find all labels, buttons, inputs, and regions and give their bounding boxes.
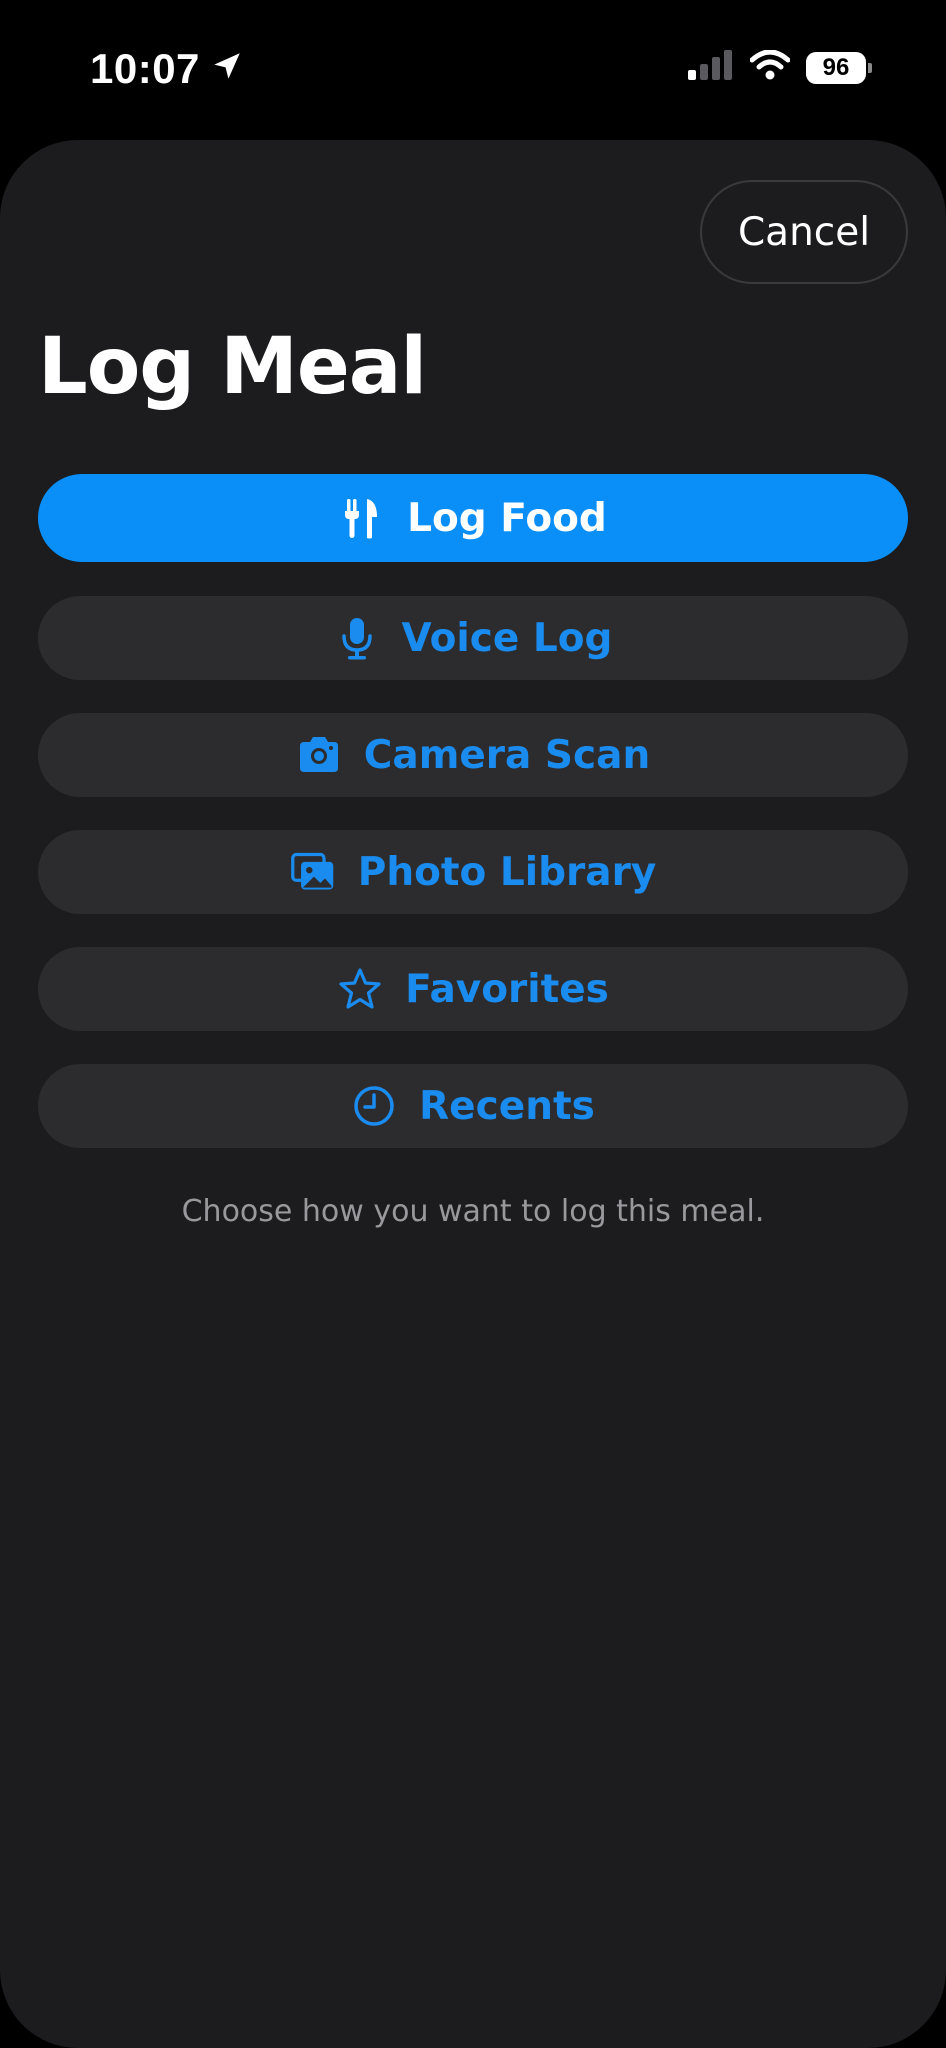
photo-library-icon: [290, 849, 336, 895]
recents-button[interactable]: Recents: [38, 1064, 908, 1148]
fork-knife-icon: [339, 495, 385, 541]
status-indicators: 96: [688, 49, 872, 85]
camera-scan-button[interactable]: Camera Scan: [38, 713, 908, 797]
microphone-icon: [334, 615, 380, 661]
status-time: 10:07: [90, 45, 244, 93]
favorites-button[interactable]: Favorites: [38, 947, 908, 1031]
battery-indicator: 96: [806, 51, 872, 84]
photo-library-button[interactable]: Photo Library: [38, 830, 908, 914]
voice-log-button[interactable]: Voice Log: [38, 596, 908, 680]
cancel-button[interactable]: Cancel: [700, 180, 908, 284]
option-label: Favorites: [405, 966, 609, 1012]
wifi-icon: [749, 49, 791, 85]
option-label: Camera Scan: [363, 732, 651, 778]
battery-level: 96: [822, 53, 850, 81]
option-label: Recents: [419, 1083, 595, 1129]
hint-text: Choose how you want to log this meal.: [181, 1194, 765, 1229]
cellular-signal-icon: [688, 50, 734, 85]
time-label: 10:07: [90, 45, 200, 92]
log-food-button[interactable]: Log Food: [38, 474, 908, 562]
camera-icon: [296, 732, 342, 778]
star-icon: [337, 966, 383, 1012]
status-bar: 10:07 96: [0, 0, 946, 140]
location-arrow-icon: [210, 45, 244, 93]
page-title: Log Meal: [38, 322, 427, 412]
option-label: Log Food: [407, 495, 607, 541]
clock-icon: [351, 1083, 397, 1129]
log-meal-sheet: Cancel Log Meal Log Food Voice Log Camer…: [0, 140, 946, 2048]
option-label: Voice Log: [401, 615, 613, 661]
log-options-list: Log Food Voice Log Camera Scan Photo Lib…: [38, 474, 908, 1181]
option-label: Photo Library: [357, 849, 657, 895]
